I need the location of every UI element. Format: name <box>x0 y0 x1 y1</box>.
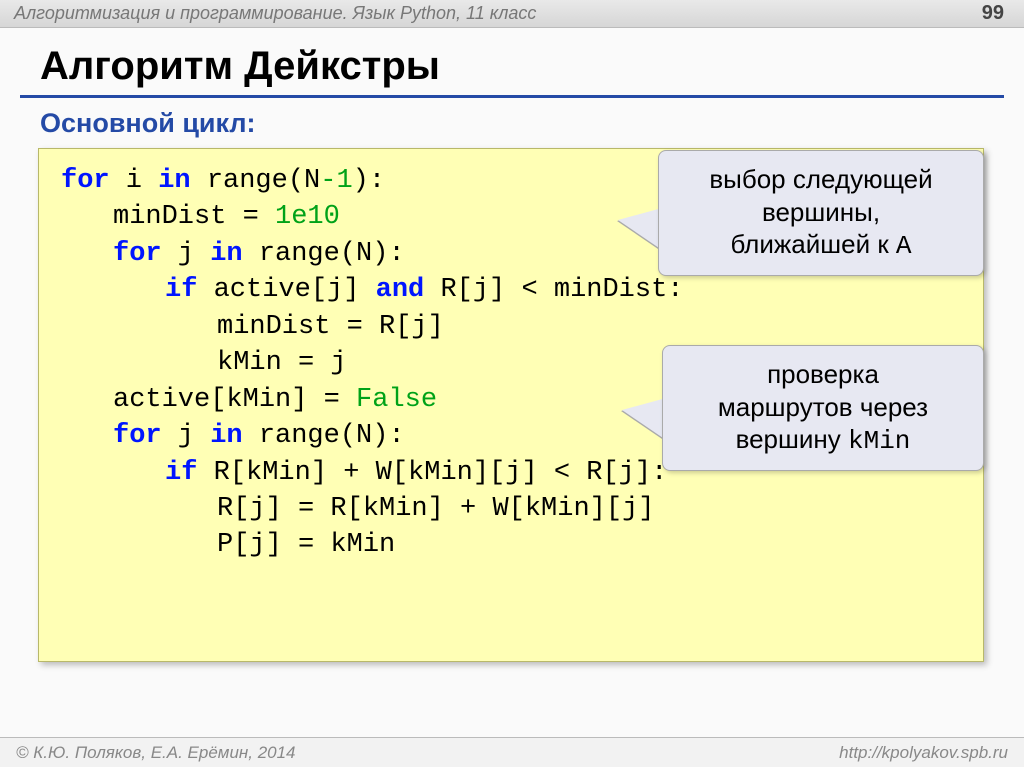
callout-route-check: проверка маршрутов через вершину kMin <box>662 345 984 471</box>
slide-subtitle: Основной цикл: <box>0 106 1024 147</box>
callout-text: ближайшей к A <box>677 228 965 263</box>
code-line: if active[j] and R[j] < minDist: <box>61 272 961 308</box>
callout-next-vertex: выбор следующей вершины, ближайшей к A <box>658 150 984 276</box>
callout-text: проверка <box>681 358 965 391</box>
callout-text: выбор следующей <box>677 163 965 196</box>
footer: © К.Ю. Поляков, Е.А. Ерёмин, 2014 http:/… <box>0 737 1024 767</box>
page-number: 99 <box>982 2 1004 25</box>
callout-text: маршрутов через <box>681 391 965 424</box>
code-line: minDist = R[j] <box>61 309 961 345</box>
code-line: P[j] = kMin <box>61 527 961 563</box>
header-bar: Алгоритмизация и программирование. Язык … <box>0 0 1024 28</box>
copyright: © К.Ю. Поляков, Е.А. Ерёмин, 2014 <box>16 743 296 763</box>
callout-tail <box>618 208 662 250</box>
course-title: Алгоритмизация и программирование. Язык … <box>14 3 536 24</box>
callout-tail <box>622 398 666 440</box>
footer-url: http://kpolyakov.spb.ru <box>839 743 1008 763</box>
callout-text: вершину kMin <box>681 423 965 458</box>
callout-text: вершины, <box>677 196 965 229</box>
title-rule <box>20 95 1004 98</box>
slide-title: Алгоритм Дейкстры <box>0 28 1024 95</box>
code-line: R[j] = R[kMin] + W[kMin][j] <box>61 491 961 527</box>
